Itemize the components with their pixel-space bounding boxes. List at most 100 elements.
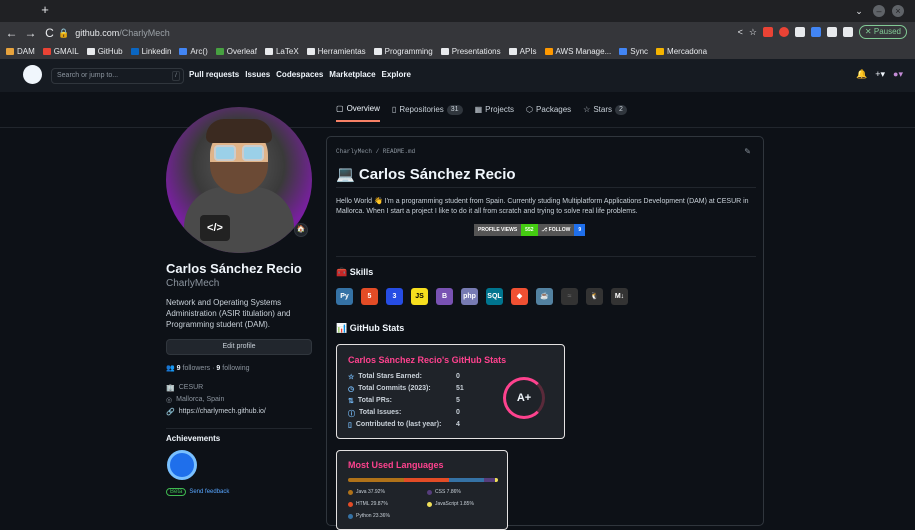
bookmark-item[interactable]: Mercadona [656,47,707,56]
bookmark-item[interactable]: DAM [6,47,35,56]
project-icon: ▦ [474,105,483,114]
github-header: Search or jump to... / Pull requests Iss… [0,59,915,92]
bookmark-label: Mercadona [667,47,708,56]
follow-badge[interactable]: ⎇ FOLLOW [537,224,575,236]
tab-stars[interactable]: ☆ Stars 2 [583,104,627,122]
extensions-area: < ☆ ✕ Paused [738,25,907,39]
tab-label: Repositories [399,105,444,114]
language-label: Python 23.36% [356,513,390,519]
profile-paused-button[interactable]: ✕ Paused [858,25,907,39]
bookmark-item[interactable]: Sync [619,47,648,56]
forward-icon[interactable]: → [23,26,38,40]
language-item: Python 23.36% [348,513,390,519]
tab-label: Overview [346,104,380,113]
sidepanel-icon[interactable] [842,27,853,37]
stat-value: 0 [456,373,460,380]
language-dot [348,501,353,507]
stat-value: 4 [456,421,460,428]
bookmark-item[interactable]: Presentations [440,47,501,56]
stat-label: Total Issues: [359,409,402,416]
bookmark-item[interactable]: Herramientas [306,47,366,56]
bookmark-label: Overleaf [226,47,257,56]
back-icon[interactable]: ← [4,26,19,40]
following-count[interactable]: 9 [216,365,220,372]
readme-intro: Hello World 👋 I'm a programming student … [336,198,749,215]
folder-icon [306,48,315,55]
bookmark-item[interactable]: AWS Manage... [544,47,611,56]
puzzle-icon[interactable] [826,27,837,37]
bookmark-item[interactable]: GMAIL [42,47,79,56]
folder-icon [544,48,553,55]
github-logo-icon[interactable] [23,65,42,84]
avatar-hair [206,119,272,143]
nav-explore[interactable]: Explore [382,70,411,79]
package-icon: ⬡ [526,105,534,114]
send-feedback-link[interactable]: Send feedback [189,489,229,495]
avatar-glasses-right [242,145,264,161]
edit-pencil-icon[interactable]: ✎ [744,147,751,156]
bookmark-item[interactable]: GitHub [86,47,123,56]
search-placeholder: Search or jump to... [57,72,119,79]
following-label[interactable]: following [222,365,249,372]
bell-icon[interactable]: 🔔 [856,69,867,80]
status-emoji-icon[interactable]: 🏠 [294,223,308,237]
bookmark-item[interactable]: Arc() [179,47,208,56]
bookmark-star-icon[interactable]: ☆ [749,27,757,38]
tab-overview[interactable]: ▢ Overview [336,104,380,122]
lock-icon: 🔒 [58,28,70,38]
minimize-icon[interactable]: – [873,5,885,17]
url-path: /CharlyMech [119,28,170,38]
location-icon: ◎ [166,397,173,404]
website-row: 🔗 https://charlymech.github.io/ [166,408,266,416]
reload-icon[interactable]: C [42,26,57,40]
address-bar[interactable]: 🔒 github.com /CharlyMech [58,25,698,41]
language-label: CSS 7.86% [435,489,461,495]
bookmark-item[interactable]: Overleaf [215,47,257,56]
building-icon: 🏢 [166,385,175,392]
beta-row: Beta Send feedback [166,488,229,496]
stats-row: ☆ Total Stars Earned: 0 [348,373,468,381]
url-host: github.com [75,28,120,38]
css3-icon: 3 [386,288,403,305]
bookmark-item[interactable]: APIs [508,47,537,56]
plus-icon[interactable]: +▾ [875,69,885,80]
avatar-glasses-left [214,145,236,161]
user-avatar[interactable]: ●▾ [893,69,903,80]
share-icon[interactable]: < [738,27,743,37]
website-link[interactable]: https://charlymech.github.io/ [179,408,266,416]
nav-pull-requests[interactable]: Pull requests [189,70,239,79]
edit-profile-button[interactable]: Edit profile [166,339,312,355]
bookmark-item[interactable]: Programming [373,47,433,56]
tab-search-icon[interactable]: ⌄ [853,5,865,17]
bootstrap-icon: B [436,288,453,305]
tab-repositories[interactable]: ▯ Repositories 31 [392,104,463,122]
stats-title: GitHub Stats [349,323,405,333]
extension-icon[interactable] [762,27,773,37]
bookmark-item[interactable]: Linkedin [130,47,171,56]
extension-icon[interactable] [794,27,805,37]
language-label: Java 37.92% [356,489,385,495]
bookmark-item[interactable]: LaTeX [264,47,299,56]
extension-icon[interactable] [778,27,789,37]
folder-icon [440,48,449,55]
stats-card-title: Carlos Sánchez Recio's GitHub Stats [348,355,507,365]
views-badge-label: PROFILE VIEWS [474,224,522,236]
nav-issues[interactable]: Issues [245,70,270,79]
new-tab-button[interactable]: + [38,3,52,17]
tab-packages[interactable]: ⬡ Packages [526,104,571,122]
laptop-icon: 💻 [336,166,359,183]
bookmark-label: LaTeX [275,47,299,56]
stats-row: ⓘ Total Issues: 0 [348,409,468,419]
search-input[interactable]: Search or jump to... / [51,68,184,84]
php-icon: php [461,288,478,305]
nav-codespaces[interactable]: Codespaces [276,70,323,79]
followers-label[interactable]: followers [183,365,211,372]
followers-count[interactable]: 9 [177,365,181,372]
extension-icon[interactable] [810,27,821,37]
nav-marketplace[interactable]: Marketplace [329,70,375,79]
profile-avatar[interactable]: </> [166,107,312,253]
folder-icon [130,48,139,55]
achievement-badge[interactable] [167,450,197,480]
close-window-icon[interactable]: × [892,5,904,17]
tab-projects[interactable]: ▦ Projects [475,104,514,122]
